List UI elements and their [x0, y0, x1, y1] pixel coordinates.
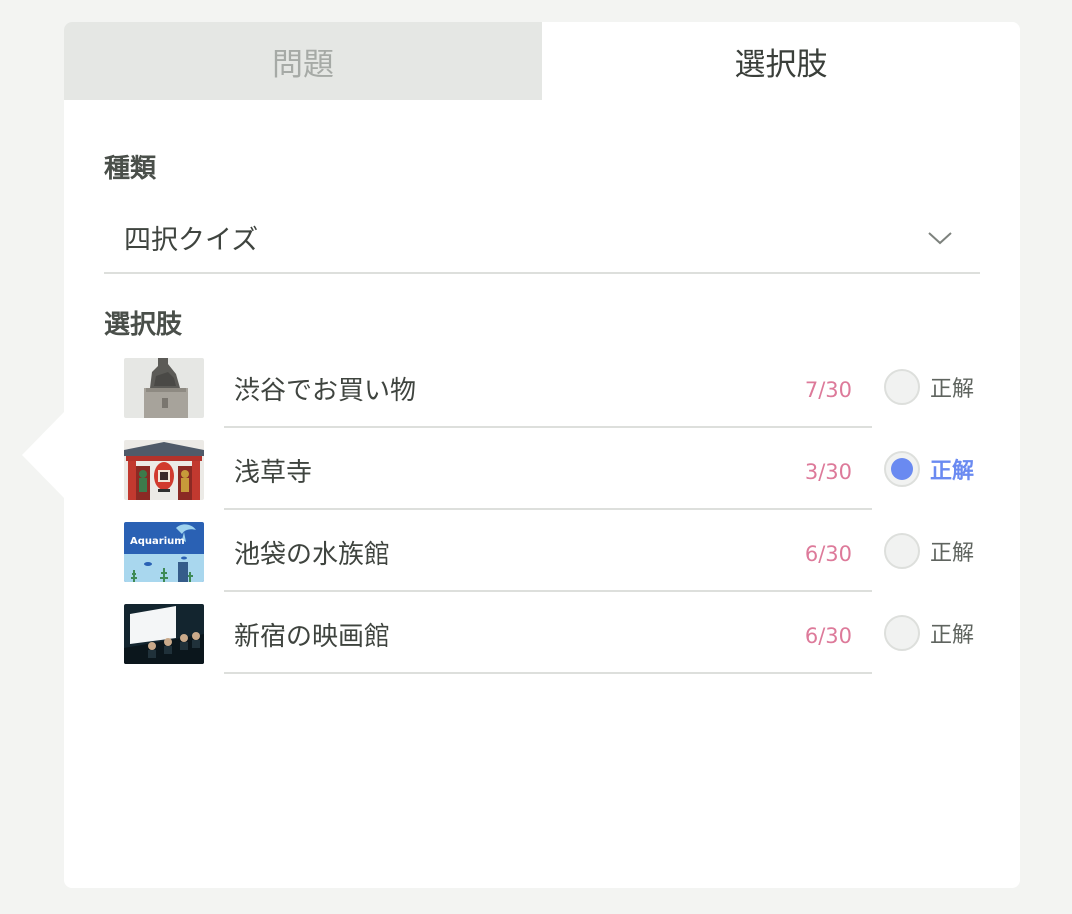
choice-label: 池袋の水族館: [234, 540, 391, 570]
movie-theater-thumbnail: [124, 604, 204, 664]
quiz-type-select[interactable]: 四択クイズ: [104, 202, 980, 274]
choice-label: 浅草寺: [234, 458, 313, 488]
quiz-type-value: 四択クイズ: [124, 224, 259, 256]
vote-count: 7/30: [804, 378, 852, 402]
aquarium-thumbnail: Aquarium: [124, 522, 204, 582]
radio-selected-dot: [891, 458, 913, 480]
list-item: 浅草寺 3/30 正解: [124, 440, 984, 522]
type-section-label: 種類: [104, 154, 157, 184]
radio-button[interactable]: [884, 615, 920, 651]
list-item: Aquarium 池袋の水族館 6/30 正解: [124, 522, 984, 604]
correct-radio[interactable]: 正解: [884, 533, 974, 569]
hachiko-statue-thumbnail: [124, 358, 204, 418]
choice-label: 渋谷でお買い物: [234, 376, 417, 406]
choice-row[interactable]: 渋谷でお買い物 7/30: [224, 358, 872, 428]
tab-choices[interactable]: 選択肢: [542, 22, 1020, 100]
choice-list: 渋谷でお買い物 7/30 正解 浅草寺 3/30 正解 Aquarium 池袋の…: [124, 358, 984, 686]
correct-label: 正解: [930, 623, 975, 648]
correct-label: 正解: [930, 377, 975, 402]
aquarium-sign-text: Aquarium: [130, 536, 185, 547]
vote-count: 6/30: [804, 542, 852, 566]
choice-row[interactable]: 浅草寺 3/30: [224, 440, 872, 510]
list-item: 渋谷でお買い物 7/30 正解: [124, 358, 984, 440]
radio-button[interactable]: [884, 369, 920, 405]
tab-bar: 問題 選択肢: [64, 22, 1020, 100]
vote-count: 6/30: [804, 624, 852, 648]
radio-button[interactable]: [884, 533, 920, 569]
choice-label: 新宿の映画館: [234, 622, 391, 652]
choice-row[interactable]: 池袋の水族館 6/30: [224, 522, 872, 592]
list-item: 新宿の映画館 6/30 正解: [124, 604, 984, 686]
panel-pointer: [22, 412, 64, 498]
vote-count: 3/30: [804, 460, 852, 484]
choice-row[interactable]: 新宿の映画館 6/30: [224, 604, 872, 674]
correct-radio[interactable]: 正解: [884, 369, 974, 405]
correct-radio[interactable]: 正解: [884, 615, 974, 651]
editor-panel: 問題 選択肢 種類 四択クイズ 選択肢 渋谷でお買い物 7/30 正解 浅草寺 …: [64, 22, 1020, 888]
chevron-down-icon: [928, 232, 952, 245]
choices-section-label: 選択肢: [104, 310, 183, 340]
correct-label: 正解: [930, 459, 975, 484]
tab-question[interactable]: 問題: [64, 22, 542, 100]
kaminarimon-gate-thumbnail: [124, 440, 204, 500]
correct-label: 正解: [930, 541, 975, 566]
radio-button[interactable]: [884, 451, 920, 487]
correct-radio[interactable]: 正解: [884, 451, 974, 487]
